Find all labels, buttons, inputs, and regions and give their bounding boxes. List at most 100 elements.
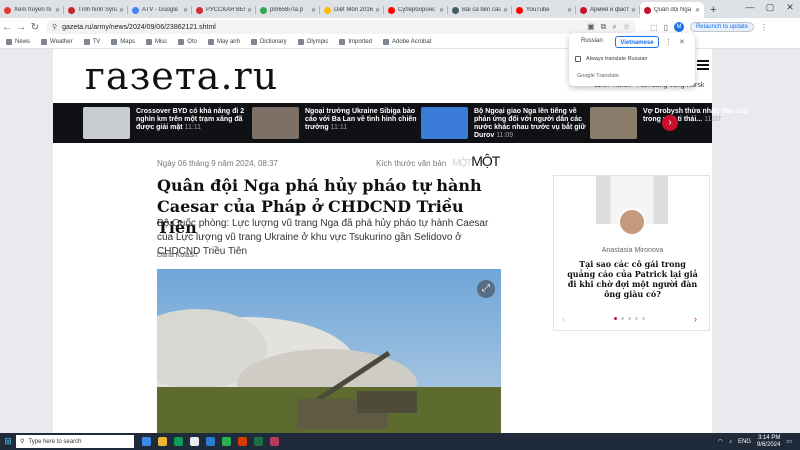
extensions-icon[interactable]: ⬚	[650, 23, 658, 32]
forward-icon[interactable]: →	[14, 22, 28, 33]
bookmark-item[interactable]: Weather	[41, 39, 73, 45]
tab-close-icon[interactable]: ✕	[55, 7, 60, 14]
bookmark-label: Weather	[50, 39, 73, 45]
notifications-icon[interactable]: ▭	[786, 438, 792, 445]
target-language-tab[interactable]: Vietnamese	[615, 36, 659, 48]
site-logo[interactable]: газета.ru	[85, 54, 278, 98]
folder-icon	[250, 39, 257, 45]
hamburger-menu-icon[interactable]	[697, 60, 709, 72]
tab-close-icon[interactable]: ✕	[695, 7, 700, 14]
bookmark-item[interactable]: Misc	[145, 39, 167, 45]
windows-start-icon[interactable]: ⊞	[0, 436, 16, 447]
tab-close-icon[interactable]: ✕	[247, 7, 252, 14]
side-panel-icon[interactable]: ▯	[664, 23, 668, 32]
bookmark-item[interactable]: Dictionary	[250, 39, 287, 45]
translate-options-icon[interactable]: ⋮	[665, 38, 672, 46]
site-info-icon[interactable]: ⚲	[52, 23, 57, 31]
taskbar-app-icon[interactable]	[206, 437, 215, 446]
window-close-icon[interactable]: ✕	[780, 2, 800, 13]
browser-tab[interactable]: Quân đội Nga ✕	[640, 2, 704, 18]
tab-close-icon[interactable]: ✕	[375, 7, 380, 14]
menu-icon[interactable]: ⋮	[760, 23, 768, 32]
tab-close-icon[interactable]: ✕	[631, 7, 636, 14]
card-prev-icon[interactable]: ‹	[562, 314, 565, 324]
close-icon[interactable]: ✕	[679, 38, 685, 46]
source-language-tab[interactable]: Russian	[581, 38, 603, 44]
language-indicator[interactable]: ENG	[738, 439, 751, 445]
text-size-small-button[interactable]: MỘT	[452, 158, 472, 169]
always-translate-checkbox[interactable]: Always translate Russian	[575, 56, 647, 62]
taskbar-app-icon[interactable]	[222, 437, 231, 446]
article-author[interactable]: Daria Kolash	[157, 252, 197, 259]
card-next-icon[interactable]: ›	[694, 314, 697, 324]
browser-tab[interactable]: pm658i7Ia.p ✕	[256, 2, 320, 18]
text-size-large-button[interactable]: MỘT	[471, 153, 500, 169]
taskbar-app-icon[interactable]	[158, 437, 167, 446]
relaunch-button[interactable]: Relaunch to update	[689, 22, 755, 32]
browser-tab[interactable]: Армия и фаст ✕	[576, 2, 640, 18]
tab-favicon-icon	[580, 6, 587, 14]
news-thumbnail	[590, 107, 637, 139]
browser-tab[interactable]: Суперборонс ✕	[384, 2, 448, 18]
tab-close-icon[interactable]: ✕	[503, 7, 508, 14]
news-strip-text: Ngoại trưởng Ukraine Sibiga bảo cáo với …	[305, 108, 423, 132]
taskbar-app-icon[interactable]	[174, 437, 183, 446]
tab-close-icon[interactable]: ✕	[183, 7, 188, 14]
new-tab-icon[interactable]: +	[704, 2, 722, 18]
taskbar-app-icon[interactable]	[254, 437, 263, 446]
network-icon[interactable]: ◠	[718, 438, 723, 445]
bookmark-item[interactable]: May anh	[207, 39, 240, 45]
back-icon[interactable]: ←	[0, 22, 14, 33]
card-pagination	[614, 317, 645, 320]
browser-tab[interactable]: Bài ca bên cầu ✕	[448, 2, 512, 18]
bookmark-star-icon[interactable]: ☆	[623, 22, 630, 32]
browser-tab[interactable]: Diệt Môn 2016 ✕	[320, 2, 384, 18]
address-bar[interactable]: ⚲ gazeta.ru/army/news/2024/09/06/2386212…	[46, 20, 636, 34]
bookmark-item[interactable]: Oto	[178, 39, 197, 45]
browser-tab[interactable]: ATV - Google ✕	[128, 2, 192, 18]
bookmark-item[interactable]: Adobe Acrobat	[383, 39, 431, 45]
sidebar-card[interactable]: Anastasia Mironova Tại sao các cô gái tr…	[553, 175, 710, 331]
strip-next-button[interactable]: ›	[662, 115, 678, 131]
browser-tab[interactable]: YouTube ✕	[512, 2, 576, 18]
artillery-photo-image	[157, 269, 501, 433]
zoom-icon[interactable]: ⌕	[612, 22, 616, 32]
tab-close-icon[interactable]: ✕	[119, 7, 124, 14]
tab-favicon-icon	[132, 6, 139, 14]
pagination-dot[interactable]	[635, 317, 638, 320]
card-title[interactable]: Tại sao các cô gái trong quảng cáo của P…	[564, 259, 701, 299]
taskbar-app-icon[interactable]	[190, 437, 199, 446]
checkbox-box[interactable]	[575, 56, 581, 62]
bookmark-item[interactable]: Imported	[339, 39, 372, 45]
tab-close-icon[interactable]: ✕	[311, 7, 316, 14]
bookmark-item[interactable]: Maps	[111, 39, 135, 45]
pagination-dot[interactable]	[621, 317, 624, 320]
taskbar-app-icon[interactable]	[270, 437, 279, 446]
minimize-icon[interactable]: —	[740, 2, 760, 12]
maximize-icon[interactable]: ▢	[760, 2, 780, 13]
browser-tab[interactable]: Xem truyền hì ✕	[0, 2, 64, 18]
install-app-icon[interactable]: ▣	[587, 22, 595, 32]
bookmark-item[interactable]: News	[6, 39, 30, 45]
volume-icon[interactable]: ♪	[729, 439, 732, 445]
browser-tab[interactable]: Tình hình Syria ✕	[64, 2, 128, 18]
taskbar-search[interactable]: ⚲ Type here to search	[16, 435, 134, 448]
taskbar-app-icon[interactable]	[238, 437, 247, 446]
tab-title: Diệt Môn 2016	[334, 7, 373, 13]
bookmark-item[interactable]: TV	[83, 39, 100, 45]
pagination-dot[interactable]	[614, 317, 617, 320]
translate-icon[interactable]: ⧉	[601, 22, 607, 32]
profile-avatar[interactable]: M	[673, 22, 684, 32]
tab-close-icon[interactable]: ✕	[439, 7, 444, 14]
clock[interactable]: 3:14 PM 9/6/2024	[757, 435, 780, 449]
browser-tab[interactable]: РУССКАЯ ВЕСН✕	[192, 2, 256, 18]
tab-title: Tình hình Syria	[78, 7, 117, 13]
bookmark-item[interactable]: Olympic	[297, 39, 328, 45]
bookmark-label: Maps	[120, 39, 135, 45]
pagination-dot[interactable]	[628, 317, 631, 320]
taskbar-app-icon[interactable]	[142, 437, 151, 446]
pagination-dot[interactable]	[642, 317, 645, 320]
reload-icon[interactable]: ↻	[28, 22, 42, 33]
tab-close-icon[interactable]: ✕	[567, 7, 572, 14]
expand-photo-icon[interactable]: ⤢	[477, 280, 495, 298]
